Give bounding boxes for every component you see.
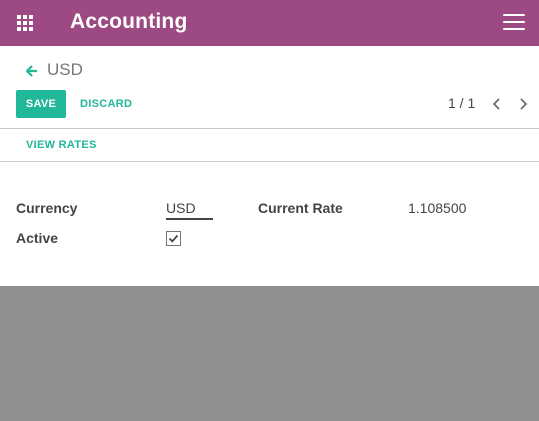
top-navbar: Accounting bbox=[0, 0, 539, 46]
arrow-left-icon[interactable] bbox=[26, 65, 38, 77]
divider bbox=[0, 128, 539, 129]
current-rate-value: 1.108500 bbox=[408, 200, 467, 216]
currency-label: Currency bbox=[16, 200, 78, 216]
view-rates-button[interactable]: VIEW RATES bbox=[26, 139, 97, 151]
grid-icon bbox=[17, 15, 33, 31]
divider bbox=[0, 161, 539, 162]
check-icon bbox=[168, 234, 179, 243]
discard-button[interactable]: DISCARD bbox=[80, 98, 132, 110]
active-label: Active bbox=[16, 230, 59, 246]
app-title: Accounting bbox=[70, 10, 188, 33]
chevron-right-icon[interactable] bbox=[518, 98, 528, 110]
currency-field[interactable]: USD bbox=[166, 200, 213, 220]
breadcrumb-current: USD bbox=[47, 60, 83, 79]
form-view: USD SAVE DISCARD 1 / 1 VIEW RATES Curren… bbox=[0, 46, 539, 286]
current-rate-label: Current Rate bbox=[258, 200, 343, 216]
hamburger-menu-icon[interactable] bbox=[503, 14, 527, 32]
active-checkbox[interactable] bbox=[166, 231, 181, 246]
save-button[interactable]: SAVE bbox=[16, 90, 66, 118]
chevron-left-icon[interactable] bbox=[492, 98, 502, 110]
pager-value[interactable]: 1 / 1 bbox=[448, 95, 475, 111]
apps-menu-button[interactable] bbox=[10, 9, 40, 37]
